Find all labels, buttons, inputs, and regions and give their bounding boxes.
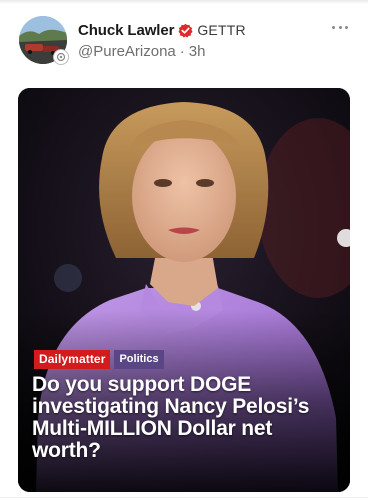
author-handle[interactable]: @PureArizona	[78, 43, 176, 60]
handle-row: @PureArizona · 3h	[78, 41, 205, 61]
author-name[interactable]: Chuck Lawler	[78, 22, 174, 39]
top-divider	[0, 0, 368, 4]
article-headline: Do you support DOGE investigating Nancy …	[32, 373, 310, 462]
article-tags: Dailymatter Politics	[34, 350, 164, 369]
verified-badge-icon	[178, 23, 193, 38]
more-options-icon[interactable]	[332, 24, 348, 30]
post-view: Chuck Lawler GETTR @PureArizona · 3h Dai…	[0, 0, 368, 500]
bottom-divider	[0, 497, 368, 498]
platform-badge: GETTR	[197, 22, 246, 38]
source-tag: Dailymatter	[34, 350, 111, 369]
author-row: Chuck Lawler GETTR	[78, 20, 246, 40]
separator-dot: ·	[179, 42, 185, 60]
post-media-image[interactable]: Dailymatter Politics Do you support DOGE…	[18, 88, 350, 492]
category-tag: Politics	[114, 350, 164, 369]
post-time: 3h	[188, 42, 206, 60]
post-header: Chuck Lawler GETTR @PureArizona · 3h	[0, 10, 368, 72]
avatar-status-icon	[53, 49, 69, 65]
